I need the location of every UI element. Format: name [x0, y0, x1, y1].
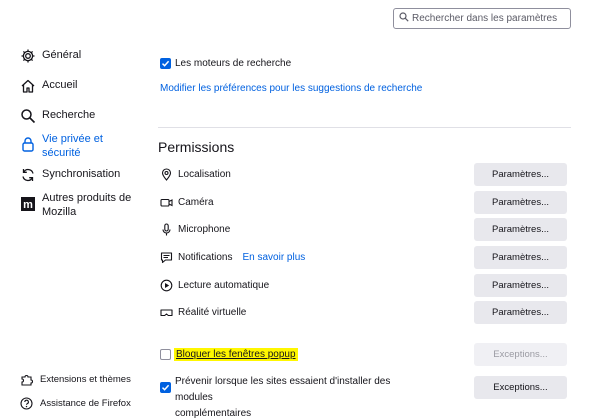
autoplay-settings-button[interactable]: Paramètres... — [474, 274, 567, 297]
search-suggestions-link[interactable]: Modifier les préférences pour les sugges… — [160, 83, 422, 94]
location-settings-button[interactable]: Paramètres... — [474, 163, 567, 186]
permission-camera: Caméra — [160, 196, 214, 209]
microphone-settings-button[interactable]: Paramètres... — [474, 218, 567, 241]
mozilla-icon: m — [20, 196, 36, 212]
warn-addons-label-line1: Prévenir lorsque les sites essaient d'in… — [175, 376, 391, 403]
permissions-title: Permissions — [158, 139, 235, 155]
sidebar: Général Accueil Recherche Vie privée et … — [0, 0, 140, 419]
block-popups-checkbox-row[interactable]: Bloquer les fenêtres popup — [160, 348, 298, 361]
svg-text:m: m — [23, 199, 33, 211]
sidebar-item-privacy[interactable]: Vie privée et sécurité — [20, 132, 130, 160]
notifications-settings-button[interactable]: Paramètres... — [474, 246, 567, 269]
permission-autoplay: Lecture automatique — [160, 279, 269, 292]
permission-vr: Réalité virtuelle — [160, 306, 246, 319]
puzzle-icon — [20, 373, 33, 386]
sync-icon — [20, 167, 36, 183]
autoplay-icon — [160, 279, 173, 292]
warn-addons-checkbox[interactable] — [160, 382, 171, 393]
sidebar-item-help[interactable]: Assistance de Firefox — [20, 397, 131, 410]
permission-label: Réalité virtuelle — [178, 307, 247, 318]
sidebar-item-label: Synchronisation — [42, 168, 121, 180]
search-icon — [399, 12, 412, 25]
help-icon — [20, 397, 33, 410]
permission-microphone: Microphone — [160, 223, 230, 236]
sidebar-item-home[interactable]: Accueil — [20, 78, 77, 94]
camera-settings-button[interactable]: Paramètres... — [474, 191, 567, 214]
sidebar-item-label: Extensions et thèmes — [40, 374, 131, 385]
sidebar-item-label: Accueil — [42, 79, 78, 91]
camera-icon — [160, 196, 173, 209]
microphone-icon — [160, 223, 173, 236]
settings-search-input[interactable]: Rechercher dans les paramètres — [393, 8, 571, 29]
sidebar-item-sync[interactable]: Synchronisation — [20, 167, 120, 183]
sidebar-item-label: Général — [42, 49, 82, 61]
notifications-learn-more-link[interactable]: En savoir plus — [242, 252, 305, 263]
popup-exceptions-button[interactable]: Exceptions... — [474, 343, 567, 366]
warn-addons-label: Prévenir lorsque les sites essaient d'in… — [175, 374, 425, 419]
sidebar-item-general[interactable]: Général — [20, 48, 81, 64]
lock-icon — [20, 136, 36, 152]
search-placeholder: Rechercher dans les paramètres — [412, 13, 558, 24]
sidebar-item-label: Autres produits de Mozilla — [42, 192, 132, 218]
permission-label: Lecture automatique — [178, 280, 270, 291]
sidebar-item-label: Recherche — [42, 109, 96, 121]
gear-icon — [20, 48, 36, 64]
warn-addons-label-line2: complémentaires — [175, 408, 252, 419]
permission-notifications: Notifications En savoir plus — [160, 251, 305, 264]
sidebar-item-extensions[interactable]: Extensions et thèmes — [20, 373, 131, 386]
sidebar-item-search[interactable]: Recherche — [20, 108, 95, 124]
sidebar-item-mozilla[interactable]: m Autres produits de Mozilla — [20, 191, 132, 219]
addons-exceptions-button[interactable]: Exceptions... — [474, 376, 567, 399]
home-icon — [20, 78, 36, 94]
permission-label: Caméra — [178, 197, 214, 208]
location-icon — [160, 168, 173, 181]
vr-icon — [160, 306, 173, 319]
notification-icon — [160, 251, 173, 264]
sidebar-item-label: Assistance de Firefox — [40, 398, 131, 409]
block-popups-checkbox[interactable] — [160, 349, 171, 360]
sidebar-item-label: Vie privée et sécurité — [42, 133, 103, 159]
permission-location: Localisation — [160, 168, 231, 181]
warn-addons-checkbox-row[interactable]: Prévenir lorsque les sites essaient d'in… — [160, 374, 425, 419]
vr-settings-button[interactable]: Paramètres... — [474, 301, 567, 324]
divider — [158, 127, 571, 128]
search-engines-checkbox-row[interactable]: Les moteurs de recherche — [160, 58, 291, 69]
search-icon — [20, 108, 36, 124]
permission-label: Localisation — [178, 169, 231, 180]
permission-label: Notifications — [178, 252, 233, 263]
permission-label: Microphone — [178, 224, 231, 235]
search-engines-label: Les moteurs de recherche — [175, 58, 292, 69]
block-popups-label: Bloquer les fenêtres popup — [174, 348, 298, 361]
search-engines-checkbox[interactable] — [160, 58, 171, 69]
